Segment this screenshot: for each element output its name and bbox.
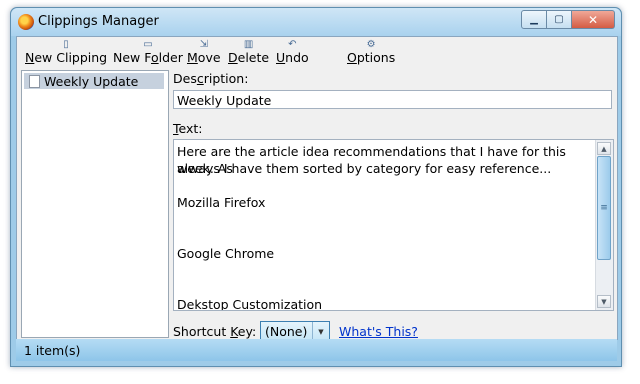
window-controls: ▁ ▢ ✕ bbox=[521, 10, 615, 29]
scroll-up-icon: ▲ bbox=[601, 144, 607, 153]
new-folder-icon: ▭ bbox=[143, 38, 153, 50]
title-bar[interactable]: Clippings Manager ▁ ▢ ✕ bbox=[11, 8, 621, 36]
client-area: ▯ New Clipping ▭ New Folder ⇲ Move ▥ Del… bbox=[16, 36, 618, 342]
text-line: Google Chrome bbox=[177, 246, 275, 261]
shortcut-key-label: Shortcut Key: bbox=[173, 324, 257, 339]
new-clipping-button[interactable]: ▯ New Clipping bbox=[25, 37, 107, 67]
clippings-tree[interactable]: Weekly Update bbox=[21, 70, 169, 338]
options-button[interactable]: ⚙ Options bbox=[347, 37, 395, 67]
undo-label: Undo bbox=[276, 50, 309, 65]
firefox-icon bbox=[18, 14, 34, 30]
minimize-button[interactable]: ▁ bbox=[521, 10, 547, 29]
text-line: Here are the article idea recommendation… bbox=[177, 144, 566, 176]
clipping-text-area[interactable]: Here are the article idea recommendation… bbox=[173, 139, 614, 311]
move-label: Move bbox=[187, 50, 221, 65]
scroll-down-icon: ▼ bbox=[601, 297, 607, 306]
maximize-icon: ▢ bbox=[554, 14, 564, 25]
status-text: 1 item(s) bbox=[24, 342, 81, 358]
window-title: Clippings Manager bbox=[38, 14, 159, 29]
new-clipping-icon: ▯ bbox=[63, 38, 69, 50]
delete-label: Delete bbox=[228, 50, 270, 65]
scroll-down-button[interactable]: ▼ bbox=[597, 295, 611, 308]
new-folder-label: New Folder bbox=[113, 50, 183, 65]
new-folder-button[interactable]: ▭ New Folder bbox=[113, 37, 183, 67]
close-icon: ✕ bbox=[587, 12, 599, 27]
text-line bbox=[177, 279, 595, 296]
scroll-thumb[interactable]: ≡ bbox=[597, 156, 611, 260]
scroll-up-button[interactable]: ▲ bbox=[597, 142, 611, 155]
grip-icon: ≡ bbox=[600, 203, 608, 213]
minimize-icon: ▁ bbox=[530, 14, 538, 25]
toolbar: ▯ New Clipping ▭ New Folder ⇲ Move ▥ Del… bbox=[17, 37, 617, 67]
vertical-scrollbar[interactable]: ▲ ≡ ▼ bbox=[595, 140, 613, 310]
text-line bbox=[177, 211, 595, 228]
app-window: Clippings Manager ▁ ▢ ✕ ▯ New Clipping ▭… bbox=[10, 7, 622, 367]
text-line: Mozilla Firefox bbox=[177, 195, 266, 210]
options-label: Options bbox=[347, 50, 396, 65]
shortcut-key-value: (None) bbox=[265, 324, 308, 339]
options-icon: ⚙ bbox=[366, 38, 376, 50]
delete-icon: ▥ bbox=[243, 38, 254, 50]
text-line bbox=[177, 228, 595, 245]
whats-this-link[interactable]: What's This? bbox=[339, 324, 418, 339]
status-bar: 1 item(s) bbox=[16, 339, 617, 361]
text-label: Text: bbox=[173, 121, 203, 136]
tree-item-weekly-update[interactable]: Weekly Update bbox=[24, 73, 164, 89]
document-icon bbox=[29, 74, 40, 88]
text-line bbox=[177, 262, 595, 279]
undo-icon: ↶ bbox=[288, 38, 297, 50]
description-input[interactable]: Weekly Update bbox=[173, 90, 612, 109]
undo-button[interactable]: ↶ Undo bbox=[276, 37, 309, 67]
delete-button[interactable]: ▥ Delete bbox=[228, 37, 269, 67]
move-button[interactable]: ⇲ Move bbox=[187, 37, 221, 67]
text-line bbox=[177, 177, 595, 194]
close-button[interactable]: ✕ bbox=[572, 10, 615, 29]
tree-item-label: Weekly Update bbox=[44, 73, 139, 89]
maximize-button[interactable]: ▢ bbox=[547, 10, 572, 29]
move-icon: ⇲ bbox=[199, 38, 208, 50]
description-label: Description: bbox=[173, 71, 249, 86]
text-line: Dekstop Customization bbox=[177, 297, 323, 311]
new-clipping-label: New Clipping bbox=[25, 50, 108, 65]
text-line: always I have them sorted by category fo… bbox=[177, 161, 552, 176]
clipping-text: Here are the article idea recommendation… bbox=[177, 143, 595, 311]
